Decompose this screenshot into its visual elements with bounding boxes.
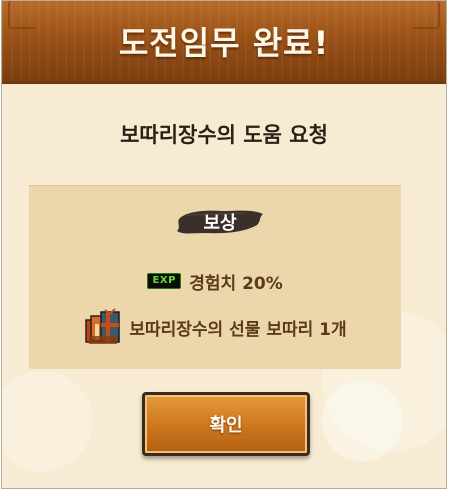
reward-item-gift: 보따리장수의 선물 보따리 1개 — [29, 304, 401, 350]
quest-complete-dialog: 도전임무 완료! 보따리장수의 도움 요청 보상 EXP 경험치 20% 보따리… — [1, 0, 447, 489]
exp-badge-icon: EXP — [147, 273, 182, 289]
quest-name: 보따리장수의 도움 요청 — [120, 123, 328, 147]
dialog-header: 도전임무 완료! — [2, 1, 446, 84]
dialog-title: 도전임무 완료! — [118, 24, 330, 62]
reward-item-exp: EXP 경험치 20% — [29, 270, 401, 294]
reward-item-label: 보따리장수의 선물 보따리 1개 — [129, 319, 347, 340]
reward-panel: 보상 EXP 경험치 20% 보따리장수의 선물 보따리 1개 — [29, 185, 401, 369]
reward-item-label: 경험치 20% — [189, 273, 283, 294]
confirm-button[interactable]: 확인 — [142, 392, 310, 456]
gift-bundle-icon — [85, 308, 121, 344]
reward-heading: 보상 — [203, 213, 237, 234]
